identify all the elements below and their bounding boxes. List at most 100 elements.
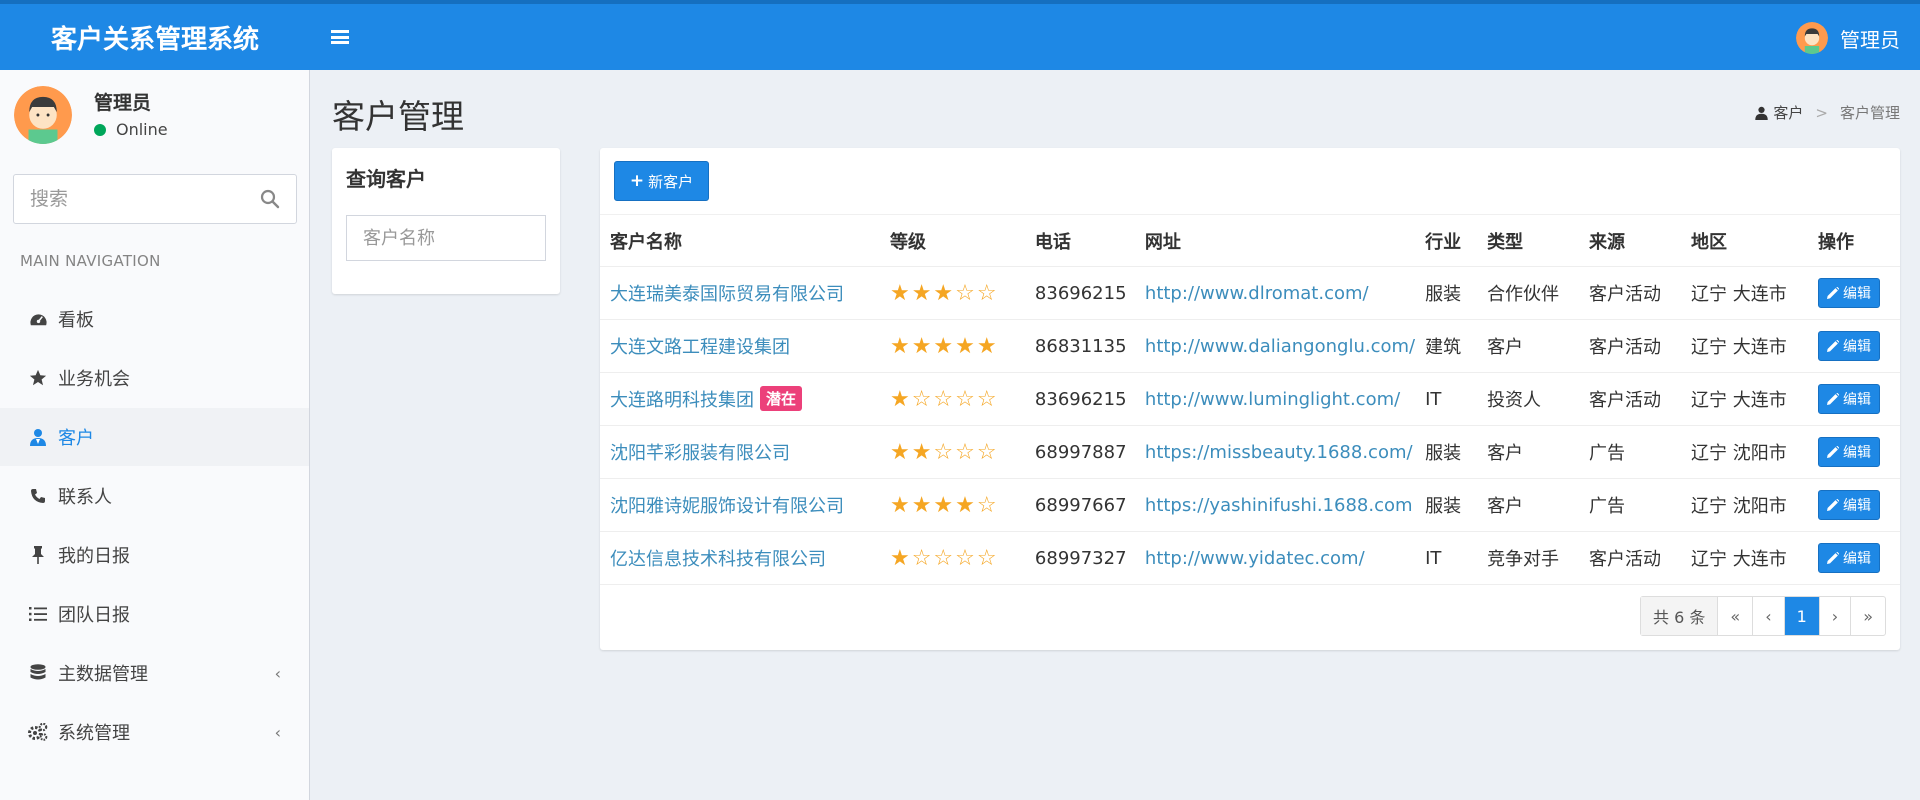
website-cell: http://www.daliangonglu.com/ [1134, 319, 1416, 373]
pagination-first-button[interactable]: « [1717, 597, 1752, 635]
website-link[interactable]: http://www.yidatec.com/ [1145, 548, 1365, 569]
new-customer-button[interactable]: + 新客户 [614, 161, 709, 201]
website-link[interactable]: http://www.luminglight.com/ [1145, 389, 1400, 410]
customer-name-input[interactable] [346, 215, 546, 261]
edit-button[interactable]: 编辑 [1817, 437, 1880, 467]
table-row: 沈阳雅诗妮服饰设计有限公司 ★★★★☆ 68997667 https://yashin… [600, 478, 1900, 532]
column-header-industry[interactable]: 行业 [1415, 214, 1478, 267]
column-header-phone[interactable]: 电话 [1024, 214, 1135, 267]
customer-list-panel: + 新客户 客户名称 等级 电话 网址 行业 类型 来源 地区 操作 大连瑞美泰… [600, 148, 1900, 650]
column-header-url[interactable]: 网址 [1134, 214, 1416, 267]
sidebar-item-label: 联系人 [58, 487, 112, 508]
star-empty-icon: ☆ [933, 545, 956, 571]
breadcrumb: 客户 > 客户管理 [1755, 102, 1900, 123]
avatar [1796, 22, 1828, 54]
customer-table: 客户名称 等级 电话 网址 行业 类型 来源 地区 操作 大连瑞美泰国际贸易有限… [600, 214, 1900, 585]
sidebar-item-team-daily-report[interactable]: 团队日报 [0, 585, 309, 643]
star-empty-icon: ☆ [976, 386, 999, 412]
edit-button[interactable]: 编辑 [1817, 331, 1880, 361]
customer-name-link[interactable]: 亿达信息技术科技有限公司 [610, 549, 826, 570]
sidebar-search [13, 174, 297, 224]
user-icon [28, 427, 48, 447]
column-header-level[interactable]: 等级 [879, 214, 1025, 267]
sidebar-toggle-button[interactable] [320, 22, 360, 52]
customer-name-link[interactable]: 大连路明科技集团 [610, 390, 754, 411]
pagination-next-button[interactable]: › [1818, 597, 1850, 635]
region-cell: 辽宁 大连市 [1681, 319, 1808, 373]
star-rating: ★★★★☆ [890, 493, 999, 518]
star-empty-icon: ☆ [911, 386, 934, 412]
actions-cell: 编辑 [1807, 425, 1900, 479]
region-cell: 辽宁 沈阳市 [1681, 425, 1808, 479]
website-cell: http://www.dlromat.com/ [1134, 266, 1416, 320]
chevron-left-icon: ‹ [274, 723, 281, 742]
customer-name-link[interactable]: 大连瑞美泰国际贸易有限公司 [610, 284, 844, 305]
sidebar-item-label: 我的日报 [58, 546, 130, 567]
star-filled-icon: ★ [933, 492, 956, 518]
source-cell: 客户活动 [1579, 266, 1681, 320]
phone-cell: 68997887 [1024, 425, 1135, 479]
source-cell: 客户活动 [1579, 531, 1681, 585]
website-link[interactable]: https://yashinifushi.1688.com [1145, 495, 1413, 516]
pagination-page-1[interactable]: 1 [1783, 597, 1819, 635]
user-status: Online [94, 120, 168, 139]
new-customer-label: 新客户 [648, 172, 694, 191]
sidebar-item-master-data[interactable]: 主数据管理 ‹ [0, 644, 309, 702]
star-rating: ★☆☆☆☆ [890, 546, 999, 571]
industry-cell: IT [1415, 372, 1478, 426]
column-header-type[interactable]: 类型 [1477, 214, 1580, 267]
edit-button[interactable]: 编辑 [1817, 490, 1880, 520]
pagination-total: 共 6 条 [1641, 597, 1718, 635]
sidebar-item-opportunities[interactable]: 业务机会 [0, 349, 309, 407]
sidebar-item-label: 团队日报 [58, 605, 130, 626]
app-logo[interactable]: 客户关系管理系统 [0, 4, 310, 70]
type-cell: 投资人 [1477, 372, 1580, 426]
actions-cell: 编辑 [1807, 478, 1900, 532]
star-empty-icon: ☆ [955, 280, 977, 306]
rating-cell: ★☆☆☆☆ [879, 531, 1025, 585]
sidebar-item-dashboard[interactable]: 看板 [0, 290, 309, 348]
star-empty-icon: ☆ [976, 545, 999, 571]
plus-icon: + [629, 171, 645, 191]
sidebar-item-contacts[interactable]: 联系人 [0, 467, 309, 525]
edit-label: 编辑 [1842, 286, 1871, 302]
pagination-last-button[interactable]: » [1850, 597, 1885, 635]
star-empty-icon: ☆ [955, 386, 977, 412]
query-panel-title: 查询客户 [346, 167, 426, 191]
chevron-left-icon: ‹ [274, 664, 281, 683]
pencil-icon [1826, 499, 1839, 511]
sidebar-item-my-daily-report[interactable]: 我的日报 [0, 526, 309, 584]
website-link[interactable]: https://missbeauty.1688.com/ [1145, 442, 1413, 463]
customer-name-link[interactable]: 沈阳雅诗妮服饰设计有限公司 [610, 496, 844, 517]
column-header-source[interactable]: 来源 [1579, 214, 1681, 267]
sidebar-item-label: 看板 [58, 310, 94, 331]
query-panel: 查询客户 [332, 148, 560, 294]
sidebar: 管理员 Online MAIN NAVIGATION 看板 业务机会 客户 [0, 70, 310, 800]
sidebar-item-system-management[interactable]: 系统管理 ‹ [0, 703, 309, 761]
customer-name-link[interactable]: 大连文路工程建设集团 [610, 337, 790, 358]
star-empty-icon: ☆ [976, 280, 999, 306]
breadcrumb-customers-link[interactable]: 客户 [1773, 102, 1803, 123]
top-user-menu[interactable]: 管理员 [1796, 18, 1900, 58]
website-link[interactable]: http://www.daliangonglu.com/ [1145, 336, 1415, 357]
edit-button[interactable]: 编辑 [1817, 384, 1880, 414]
customer-name-link[interactable]: 沈阳芊彩服装有限公司 [610, 443, 790, 464]
star-empty-icon: ☆ [911, 545, 934, 571]
sidebar-item-customers[interactable]: 客户 [0, 408, 309, 466]
column-header-name[interactable]: 客户名称 [600, 214, 880, 267]
industry-cell: 服装 [1415, 478, 1478, 532]
edit-button[interactable]: 编辑 [1817, 543, 1880, 573]
search-input[interactable] [14, 175, 244, 223]
pencil-icon [1826, 446, 1839, 458]
star-empty-icon: ☆ [976, 492, 999, 518]
star-filled-icon: ★ [911, 439, 934, 465]
edit-button[interactable]: 编辑 [1817, 278, 1880, 308]
search-icon[interactable] [260, 189, 280, 209]
column-header-region[interactable]: 地区 [1681, 214, 1808, 267]
star-rating: ★★★☆☆ [890, 281, 999, 306]
breadcrumb-separator: > [1815, 103, 1828, 122]
industry-cell: 服装 [1415, 266, 1478, 320]
pagination-prev-button[interactable]: ‹ [1752, 597, 1783, 635]
rating-cell: ★★★☆☆ [879, 266, 1025, 320]
website-link[interactable]: http://www.dlromat.com/ [1145, 283, 1369, 304]
